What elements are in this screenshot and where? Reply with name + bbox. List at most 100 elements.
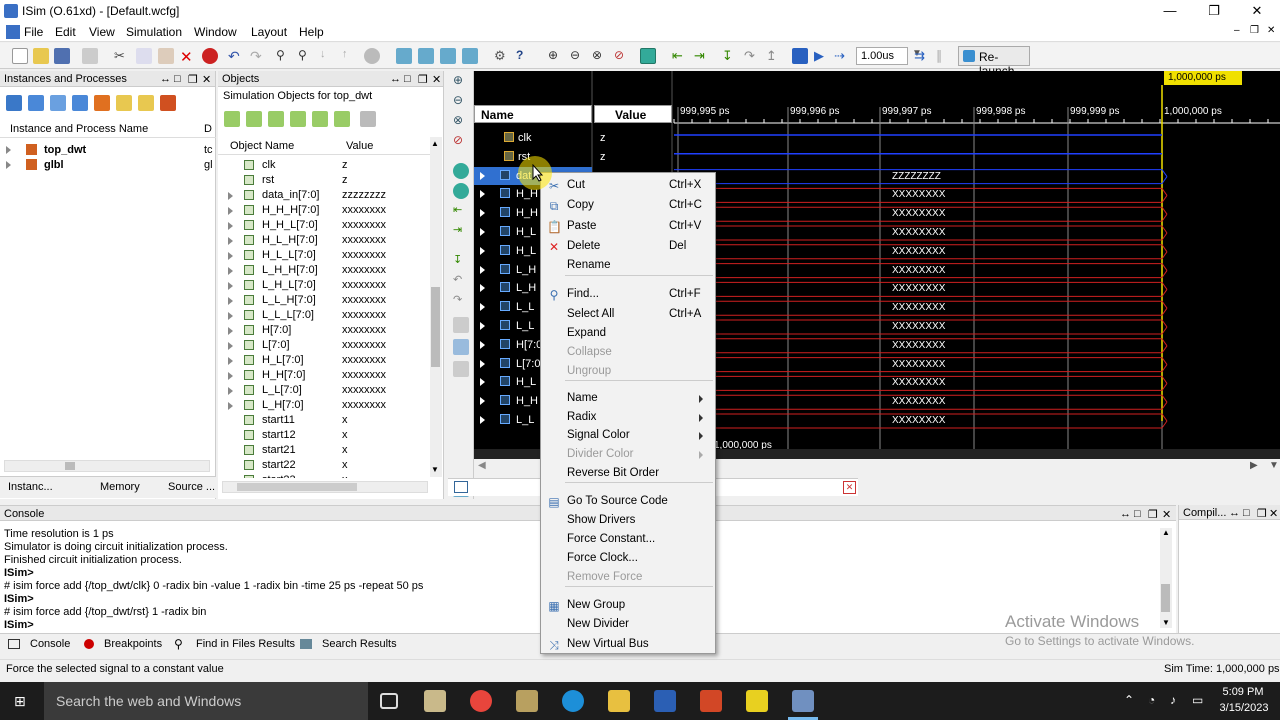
step-out-icon[interactable]: ↥: [766, 48, 782, 64]
help-icon[interactable]: ?: [516, 48, 532, 64]
object-row[interactable]: start23 x: [218, 473, 430, 478]
find-icon[interactable]: ⚲: [276, 48, 292, 64]
obj-filter-3-icon[interactable]: [268, 111, 284, 127]
tile-horizontal-icon[interactable]: [418, 48, 434, 64]
taskbar-time[interactable]: 5:09 PM: [1218, 686, 1268, 698]
expand-icon[interactable]: [228, 237, 233, 245]
object-row[interactable]: H_H_L[7:0] xxxxxxxx: [218, 218, 430, 233]
restart-sim-icon[interactable]: [792, 48, 808, 64]
next-transition-icon[interactable]: ⇥: [453, 223, 469, 239]
tab-breakpoints[interactable]: Breakpoints: [104, 638, 162, 650]
arrow-down-icon[interactable]: ↓: [320, 48, 336, 64]
refresh-icon[interactable]: [640, 48, 656, 64]
object-row[interactable]: L_L_L[7:0] xxxxxxxx: [218, 308, 430, 323]
cut-icon[interactable]: ✂: [114, 48, 130, 64]
object-row[interactable]: L_H_H[7:0] xxxxxxxx: [218, 263, 430, 278]
expand-icon[interactable]: [228, 372, 233, 380]
menu-item-reverse-bit-order[interactable]: Reverse Bit Order: [541, 465, 715, 483]
find-replace-icon[interactable]: ⚲: [298, 48, 314, 64]
expand-icon[interactable]: [6, 161, 11, 169]
menu-item-find[interactable]: ⚲ Find... Ctrl+F: [541, 286, 715, 304]
chevron-up-icon[interactable]: ⌃: [1124, 693, 1134, 707]
expand-icon[interactable]: [480, 190, 485, 199]
expand-icon[interactable]: [480, 416, 485, 424]
expand-icon[interactable]: [480, 397, 485, 406]
expand-icon[interactable]: [228, 342, 233, 350]
zoom-cursor-icon[interactable]: ⊘: [453, 133, 469, 149]
obj-filter-1-icon[interactable]: [224, 111, 240, 127]
expand-icon[interactable]: [6, 146, 11, 154]
expand-icon[interactable]: [228, 192, 233, 200]
tab-instances[interactable]: Instanc...: [8, 481, 53, 493]
horizontal-scrollbar[interactable]: [222, 481, 428, 493]
tool-app-icon[interactable]: [516, 690, 538, 712]
taskbar-search[interactable]: Search the web and Windows: [44, 682, 368, 720]
object-row[interactable]: H_L_H[7:0] xxxxxxxx: [218, 233, 430, 248]
go-to-end-icon[interactable]: [453, 183, 469, 199]
vertical-scrollbar[interactable]: ▲ ▼: [430, 137, 442, 477]
snap-icon[interactable]: [453, 339, 469, 355]
menu-item-select-all[interactable]: Select All Ctrl+A: [541, 306, 715, 324]
expand-icon[interactable]: [480, 246, 485, 255]
mdi-minimize-icon[interactable]: –: [1234, 25, 1240, 36]
object-row[interactable]: L_L[7:0] xxxxxxxx: [218, 383, 430, 398]
ise-app-icon[interactable]: [746, 690, 768, 712]
calculator-app-icon[interactable]: [424, 690, 446, 712]
obj-filter-7-icon[interactable]: [360, 111, 376, 127]
obj-filter-5-icon[interactable]: [312, 111, 328, 127]
object-row[interactable]: start21 x: [218, 443, 430, 458]
zoom-out-icon[interactable]: ⊖: [570, 48, 586, 64]
menu-file[interactable]: File: [24, 25, 43, 39]
menu-item-paste[interactable]: 📋 Paste Ctrl+V: [541, 218, 715, 236]
menu-item-force-clock[interactable]: Force Clock...: [541, 550, 715, 568]
tile-vertical-icon[interactable]: [440, 48, 456, 64]
expand-icon[interactable]: [228, 207, 233, 215]
expand-icon[interactable]: [480, 340, 485, 349]
delete-icon[interactable]: ✕: [180, 48, 196, 66]
inst-tool-3-icon[interactable]: [50, 95, 66, 111]
close-panel-icon[interactable]: ✕: [1269, 507, 1278, 520]
expand-icon[interactable]: [228, 327, 233, 335]
restore-panel-icon[interactable]: ❐: [188, 73, 198, 86]
zoom-fit-icon[interactable]: ⊗: [592, 48, 608, 64]
expand-icon[interactable]: [480, 359, 485, 368]
expand-icon[interactable]: [480, 209, 485, 218]
instance-row-top-dwt[interactable]: top_dwt tc: [0, 142, 216, 158]
column-value[interactable]: Value: [346, 140, 373, 152]
next-marker-icon[interactable]: ↷: [453, 293, 469, 309]
powerpoint-app-icon[interactable]: [700, 690, 722, 712]
close-wave-tab-icon[interactable]: ✕: [843, 481, 856, 494]
obj-filter-2-icon[interactable]: [246, 111, 262, 127]
menu-item-rename[interactable]: Rename: [541, 257, 715, 275]
word-app-icon[interactable]: [654, 690, 676, 712]
menu-item-signal-color[interactable]: Signal Color: [541, 427, 715, 445]
float-icon[interactable]: ↔: [1120, 508, 1131, 520]
step-time-icon[interactable]: ⇉: [914, 48, 930, 64]
network-icon[interactable]: ◔: [1148, 693, 1155, 707]
maximize-panel-icon[interactable]: □: [1243, 507, 1250, 519]
undo-icon[interactable]: ↶: [228, 48, 244, 64]
expand-icon[interactable]: [480, 265, 485, 274]
maximize-panel-icon[interactable]: □: [1134, 508, 1141, 520]
inst-tool-6-icon[interactable]: [116, 95, 132, 111]
edge-app-icon[interactable]: [562, 690, 584, 712]
cursor-label[interactable]: 1,000,000 ps: [1164, 71, 1242, 85]
clear-icon[interactable]: [364, 48, 380, 64]
minimize-button[interactable]: —: [1150, 2, 1190, 20]
restart-icon[interactable]: ⇤: [672, 48, 688, 64]
scroll-down-icon[interactable]: ▼: [1269, 460, 1279, 471]
menu-item-radix[interactable]: Radix: [541, 409, 715, 427]
menu-item-new-virtual-bus[interactable]: ⤨ New Virtual Bus: [541, 636, 715, 654]
menu-item-go-to-source-code[interactable]: ▤ Go To Source Code: [541, 493, 715, 511]
file-explorer-icon[interactable]: [608, 690, 630, 712]
menu-item-expand[interactable]: Expand: [541, 325, 715, 343]
redo-icon[interactable]: ↷: [250, 48, 266, 64]
float-icon[interactable]: ↔: [390, 73, 401, 85]
object-row[interactable]: L_H[7:0] xxxxxxxx: [218, 398, 430, 413]
wave-value-header[interactable]: Value: [594, 105, 672, 123]
pause-icon[interactable]: ∥: [936, 48, 952, 64]
float-icon[interactable]: ↔: [1229, 507, 1240, 519]
scroll-thumb[interactable]: [431, 287, 440, 367]
tab-find-in-files[interactable]: Find in Files Results: [196, 638, 295, 650]
object-row[interactable]: start22 x: [218, 458, 430, 473]
